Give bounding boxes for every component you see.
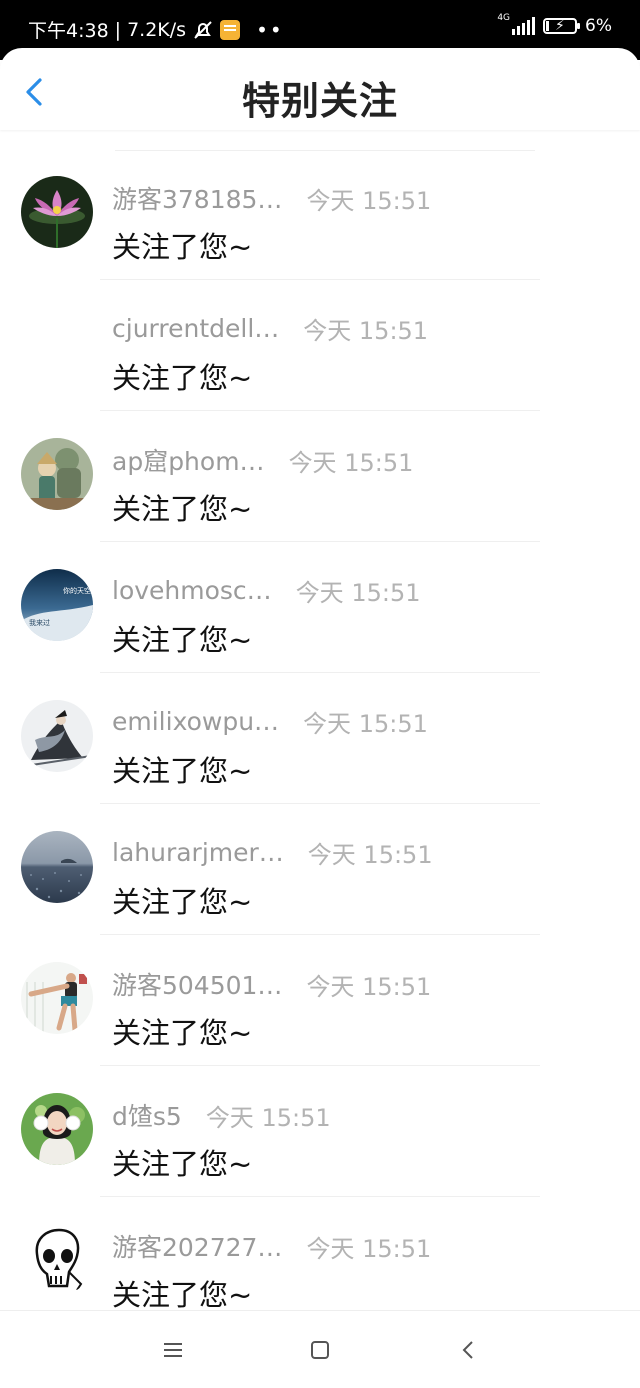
user-name[interactable]: d馇s5 <box>112 1097 182 1133</box>
timestamp: 今天 15:51 <box>295 579 421 607</box>
list-item[interactable]: cjurrentdell… 今天 15:51 关注了您~ <box>0 281 640 411</box>
divider <box>100 279 540 280</box>
menu-icon <box>164 1343 182 1357</box>
timestamp: 今天 15:51 <box>306 186 432 215</box>
message-text: 关注了您~ <box>112 230 253 264</box>
list-item[interactable]: ap窟phom… 今天 15:51 关注了您~ <box>0 412 640 542</box>
avatar[interactable] <box>21 438 93 510</box>
avatar[interactable] <box>21 176 93 248</box>
avatar[interactable] <box>21 700 93 772</box>
bell-muted-icon <box>192 19 214 41</box>
avatar[interactable] <box>21 307 93 379</box>
header: 特别关注 <box>0 48 640 130</box>
message-text: 关注了您~ <box>112 1278 253 1312</box>
network-speed: 7.2K/s <box>127 18 187 41</box>
home-button[interactable] <box>305 1337 335 1363</box>
divider <box>100 1196 540 1197</box>
user-name[interactable]: 游客504501… <box>112 966 282 1002</box>
user-name[interactable]: emilixowpu… <box>112 707 279 736</box>
list-item[interactable]: 游客504501… 今天 15:51 关注了您~ <box>0 936 640 1066</box>
timestamp: 今天 15:51 <box>288 448 414 477</box>
menu-button[interactable] <box>158 1337 188 1363</box>
list-item[interactable]: 游客202727… 今天 15:51 关注了您~ <box>0 1198 640 1328</box>
divider <box>100 672 540 673</box>
message-text: 关注了您~ <box>112 885 253 919</box>
divider <box>100 934 540 935</box>
notification-app-icon <box>220 19 241 40</box>
signal-icon <box>512 17 536 35</box>
timestamp: 今天 15:51 <box>306 972 432 1001</box>
divider <box>100 1065 540 1066</box>
message-text: 关注了您~ <box>112 754 253 788</box>
list-item[interactable]: d馇s5 今天 15:51 关注了您~ <box>0 1067 640 1197</box>
user-name[interactable]: 游客202727… <box>112 1228 282 1264</box>
timestamp: 今天 15:51 <box>303 710 428 738</box>
divider <box>100 541 540 542</box>
message-text: 关注了您~ <box>112 1147 253 1181</box>
avatar-caption-bottom: 我来过 <box>29 618 50 627</box>
navigation-bar <box>0 1310 640 1388</box>
message-text: 关注了您~ <box>112 361 253 395</box>
list-item[interactable]: 游客378185… 今天 15:51 关注了您~ <box>0 150 640 280</box>
divider <box>100 803 540 804</box>
message-text: 关注了您~ <box>112 1016 253 1050</box>
battery-icon: ⚡ <box>543 18 581 34</box>
battery-level: 6% <box>585 16 612 36</box>
avatar[interactable] <box>21 1093 93 1165</box>
list-item[interactable]: emilixowpu… 今天 15:51 关注了您~ <box>0 674 640 804</box>
avatar[interactable]: 你的天空 我来过 <box>21 569 93 641</box>
user-name[interactable]: cjurrentdell… <box>112 314 279 343</box>
timestamp: 今天 15:51 <box>306 1234 432 1263</box>
user-name[interactable]: 游客378185… <box>112 180 282 216</box>
message-text: 关注了您~ <box>112 492 253 526</box>
avatar[interactable] <box>21 1224 93 1296</box>
user-name[interactable]: ap窟phom… <box>112 442 265 478</box>
user-name[interactable]: lovehmosc… <box>112 576 272 605</box>
square-home-icon <box>311 1341 329 1359</box>
avatar[interactable] <box>21 831 93 903</box>
user-name[interactable]: lahurarjmer… <box>112 838 284 867</box>
timestamp: 今天 15:51 <box>205 1103 331 1132</box>
page-title: 特别关注 <box>241 79 398 123</box>
divider <box>100 410 540 411</box>
more-notifications-icon: •• <box>256 17 284 42</box>
status-time: 下午4:38 <box>28 20 109 42</box>
avatar-caption-top: 你的天空 <box>63 586 91 595</box>
system-back-button[interactable] <box>453 1337 483 1363</box>
network-type: 4G <box>497 13 511 23</box>
timestamp: 今天 15:51 <box>303 317 429 345</box>
list-item[interactable]: lahurarjmer… 今天 15:51 关注了您~ <box>0 805 640 935</box>
message-text: 关注了您~ <box>112 623 253 657</box>
avatar[interactable] <box>21 962 93 1034</box>
timestamp: 今天 15:51 <box>307 841 433 869</box>
triangle-back-icon <box>462 1341 473 1359</box>
list-item[interactable]: 你的天空 我来过 lovehmosc… 今天 15:51 关注了您~ <box>0 543 640 673</box>
